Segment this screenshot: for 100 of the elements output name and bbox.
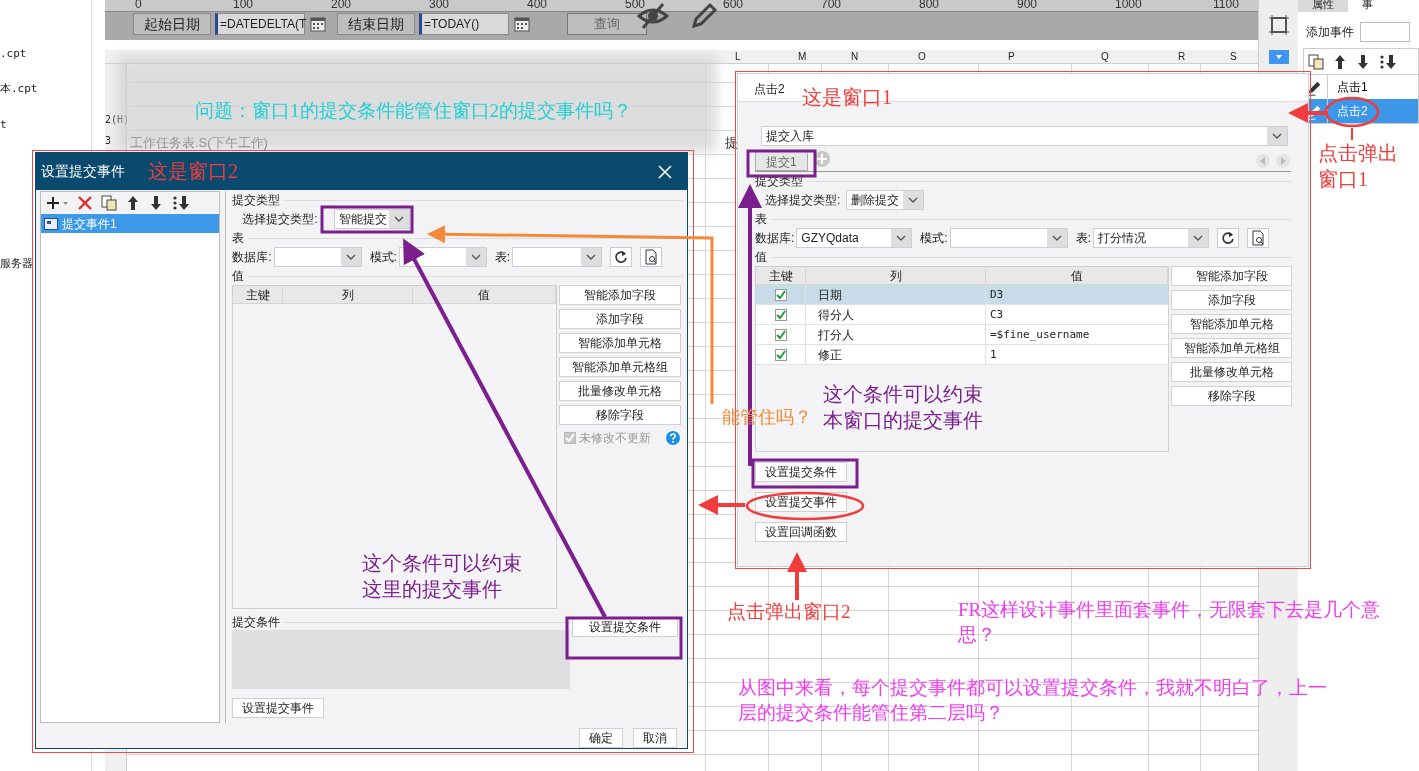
- action-button[interactable]: 设置回调函数: [755, 522, 847, 542]
- column-header: R: [1178, 50, 1186, 64]
- database-dropdown[interactable]: GZYQdata: [796, 228, 913, 248]
- action-button[interactable]: 批量修改单元格: [559, 381, 682, 401]
- section-title: 值: [755, 250, 767, 264]
- action-button[interactable]: 智能添加字段: [559, 285, 682, 305]
- previous-icon: [1255, 153, 1271, 169]
- table-row[interactable]: 日期 D3: [756, 285, 1168, 305]
- checkbox[interactable]: [774, 308, 787, 321]
- field-label: 模式:: [369, 249, 397, 266]
- chevron-down-icon: [891, 229, 912, 247]
- column-header: P: [1008, 50, 1015, 64]
- submit-type-dropdown[interactable]: 智能提交: [333, 209, 410, 229]
- row-header: 3: [105, 134, 112, 148]
- column-header: L: [735, 50, 741, 64]
- section-title: 值: [232, 269, 245, 283]
- column-header: 列: [806, 267, 986, 284]
- action-button[interactable]: 添加字段: [1171, 290, 1292, 310]
- parameter-label: 起始日期: [133, 13, 211, 35]
- calendar-icon: [309, 15, 327, 33]
- action-button[interactable]: 智能添加单元格组: [559, 357, 682, 377]
- column-header: Q: [1101, 50, 1109, 64]
- table-cell-text: 1: [989, 347, 998, 363]
- arrow: [1288, 103, 1328, 123]
- action-button[interactable]: 批量修改单元格: [1171, 362, 1292, 382]
- table-dropdown[interactable]: 打分情况: [1093, 228, 1210, 248]
- action-dropdown[interactable]: 提交入库: [761, 126, 1288, 146]
- table-cell-text: 工作任务表.S(下午工作): [130, 134, 268, 152]
- highlight-frame: [746, 149, 817, 178]
- row-header: 2(H): [105, 113, 130, 127]
- table-cell: 日期: [806, 285, 986, 304]
- action-button[interactable]: 添加字段: [559, 309, 682, 329]
- move-to-bottom-icon: [1379, 53, 1397, 70]
- frame-icon: [1269, 15, 1289, 35]
- table-row[interactable]: 打分人 =$fine_username: [756, 325, 1168, 345]
- event-type-field[interactable]: [1360, 22, 1410, 42]
- preview-icon: [1247, 228, 1270, 248]
- section-title: 表: [755, 212, 767, 226]
- add-icon: [47, 195, 69, 211]
- file-tree-item[interactable]: .cpt: [0, 46, 27, 63]
- formula-field[interactable]: =DATEDELTA(T: [215, 13, 305, 35]
- submit-type-dropdown[interactable]: 删除提交: [846, 190, 925, 210]
- annotation-text: 点击弹出窗口2: [727, 600, 852, 624]
- file-tree-item[interactable]: t: [0, 117, 7, 134]
- close-icon: [657, 163, 673, 180]
- action-button[interactable]: 智能添加单元格: [559, 333, 682, 353]
- action-button[interactable]: 设置提交条件: [755, 462, 847, 482]
- annotation-text: 这个条件可以约束本窗口的提交事件: [823, 382, 984, 433]
- column-header: O: [918, 50, 926, 64]
- tab[interactable]: 提交1: [755, 151, 808, 171]
- field-label: 选择提交类型:: [242, 211, 318, 228]
- column-header: 主键: [756, 267, 806, 284]
- action-button[interactable]: 智能添加单元格: [1171, 314, 1292, 334]
- column-header: S: [1230, 50, 1237, 64]
- column-header: M: [798, 50, 807, 64]
- annotation-text: 问题：窗口1的提交条件能管住窗口2的提交事件吗？: [195, 99, 633, 123]
- annotation-text: 点击弹出窗口1: [1318, 141, 1398, 192]
- file-tree-item[interactable]: 服务器: [0, 256, 33, 273]
- formula-field[interactable]: =TODAY(): [419, 13, 509, 35]
- checkbox[interactable]: [774, 288, 787, 301]
- annotation-text: 这是窗口2: [148, 159, 239, 184]
- refresh-icon: [1217, 228, 1240, 248]
- parameter-label: 结束日期: [337, 13, 415, 35]
- chevron-down-icon: [1267, 127, 1287, 145]
- form-icon: [44, 217, 58, 230]
- checkbox[interactable]: [774, 348, 787, 361]
- pencil-icon: [690, 2, 718, 30]
- preview-icon: [640, 247, 663, 267]
- section-title: 表: [232, 231, 245, 245]
- action-button[interactable]: 智能添加单元格组: [1171, 338, 1292, 358]
- checkbox[interactable]: [774, 328, 787, 341]
- action-button[interactable]: 智能添加字段: [1171, 266, 1292, 286]
- copy-icon: [1308, 53, 1324, 70]
- column-header: N: [851, 50, 859, 64]
- section-title: 提交条件: [232, 615, 281, 629]
- action-button[interactable]: 移除字段: [1171, 386, 1292, 406]
- table-cell-text: C3: [989, 307, 1005, 323]
- arrow-down-icon: [149, 195, 163, 211]
- refresh-icon: [610, 247, 633, 267]
- field-label: 数据库:: [755, 230, 795, 247]
- table-cell: 得分人: [806, 305, 986, 324]
- action-button[interactable]: 设置提交事件: [232, 698, 325, 718]
- action-button[interactable]: 取消: [633, 728, 677, 748]
- field-label: 表:: [494, 249, 511, 266]
- file-tree-item[interactable]: 本.cpt: [0, 81, 38, 98]
- action-button[interactable]: 移除字段: [559, 405, 682, 425]
- arrow-up-icon: [1333, 53, 1347, 70]
- annotation-text: 这是窗口1: [802, 85, 893, 110]
- calendar-icon: [513, 15, 531, 33]
- table-cell: 打分人: [806, 325, 986, 344]
- table-row[interactable]: 修正 1: [756, 345, 1168, 365]
- table-row[interactable]: 得分人 C3: [756, 305, 1168, 325]
- chevron-down-icon: [903, 191, 924, 209]
- help-icon: [666, 431, 681, 445]
- chevron-down-icon: [1188, 229, 1209, 247]
- field-label: 选择提交类型:: [765, 192, 841, 209]
- action-button[interactable]: 确定: [579, 728, 623, 748]
- dropdown-button[interactable]: [1269, 50, 1289, 64]
- section-title: 提交类型: [232, 193, 281, 207]
- highlight-ellipse: [1324, 96, 1380, 128]
